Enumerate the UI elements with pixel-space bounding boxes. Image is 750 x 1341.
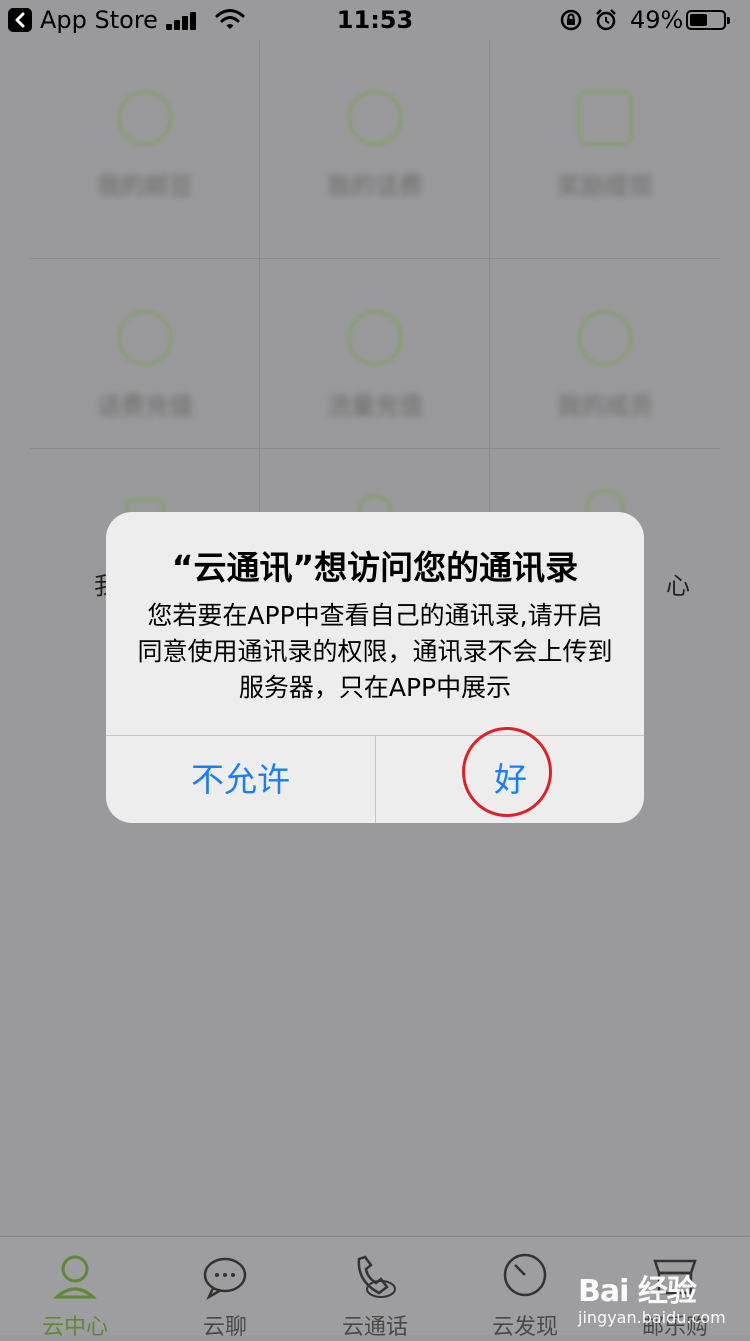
tab-label: 云聊	[202, 1315, 247, 1340]
alarm-icon	[596, 9, 616, 31]
grid-item-label: 我的话费	[327, 172, 423, 200]
grid-item-label: 流量充值	[327, 392, 423, 420]
compass-icon	[503, 1253, 547, 1297]
recharge-icon	[117, 310, 173, 366]
phone-bill-icon	[347, 90, 403, 146]
battery-icon	[686, 10, 730, 30]
grid-item-my-beans[interactable]: 我的邮豆	[30, 48, 260, 258]
account-icon	[117, 90, 173, 146]
tab-label: 云中心	[41, 1315, 108, 1340]
grid-item-data-recharge[interactable]: 流量充值	[260, 268, 490, 478]
battery-percentage: 49%	[630, 6, 684, 34]
data-icon	[347, 310, 403, 366]
highlight-circle-annotation	[462, 727, 552, 817]
grid-item-label: 奖励提现	[557, 172, 653, 200]
baidu-jingyan-watermark: Bai 经验 jingyan.baidu.com	[578, 1266, 726, 1327]
grid-item-my-members[interactable]: 我的成员	[490, 268, 720, 478]
contacts-permission-dialog: “云通讯”想访问您的通讯录 您若要在APP中查看自己的通讯录,请开启同意使用通讯…	[106, 512, 644, 823]
grid-item-label: 心	[666, 572, 690, 600]
rotation-lock-icon	[560, 9, 582, 31]
user-icon	[53, 1255, 97, 1299]
grid-item-my-bill[interactable]: 我的话费	[260, 48, 490, 258]
chat-bubble-icon	[203, 1257, 247, 1301]
grid-item-label: 我的成员	[557, 392, 653, 420]
grid-item-label: 话费充值	[97, 392, 193, 420]
grid-item-label: 我的邮豆	[97, 172, 193, 200]
phone-icon	[357, 1255, 396, 1298]
members-icon	[577, 310, 633, 366]
gift-icon	[577, 90, 633, 146]
status-bar: App Store 11:53 49%	[0, 0, 750, 40]
grid-item-bill-recharge[interactable]: 话费充值	[30, 268, 260, 478]
watermark-logo-text: Bai 经验	[578, 1274, 697, 1309]
grid-item-reward-withdraw[interactable]: 奖励提现	[490, 48, 720, 258]
tab-label: 云通话	[341, 1315, 408, 1340]
watermark-url: jingyan.baidu.com	[578, 1308, 726, 1327]
tab-cloud-call[interactable]: 云通话	[300, 1237, 450, 1340]
tab-cloud-chat[interactable]: 云聊	[150, 1237, 300, 1340]
deny-button[interactable]: 不允许	[106, 736, 375, 823]
dialog-title: “云通讯”想访问您的通讯录	[171, 548, 579, 587]
dialog-message: 您若要在APP中查看自己的通讯录,请开启同意使用通讯录的权限，通讯录不会上传到服…	[137, 601, 613, 702]
tab-cloud-center[interactable]: 云中心	[0, 1237, 150, 1340]
